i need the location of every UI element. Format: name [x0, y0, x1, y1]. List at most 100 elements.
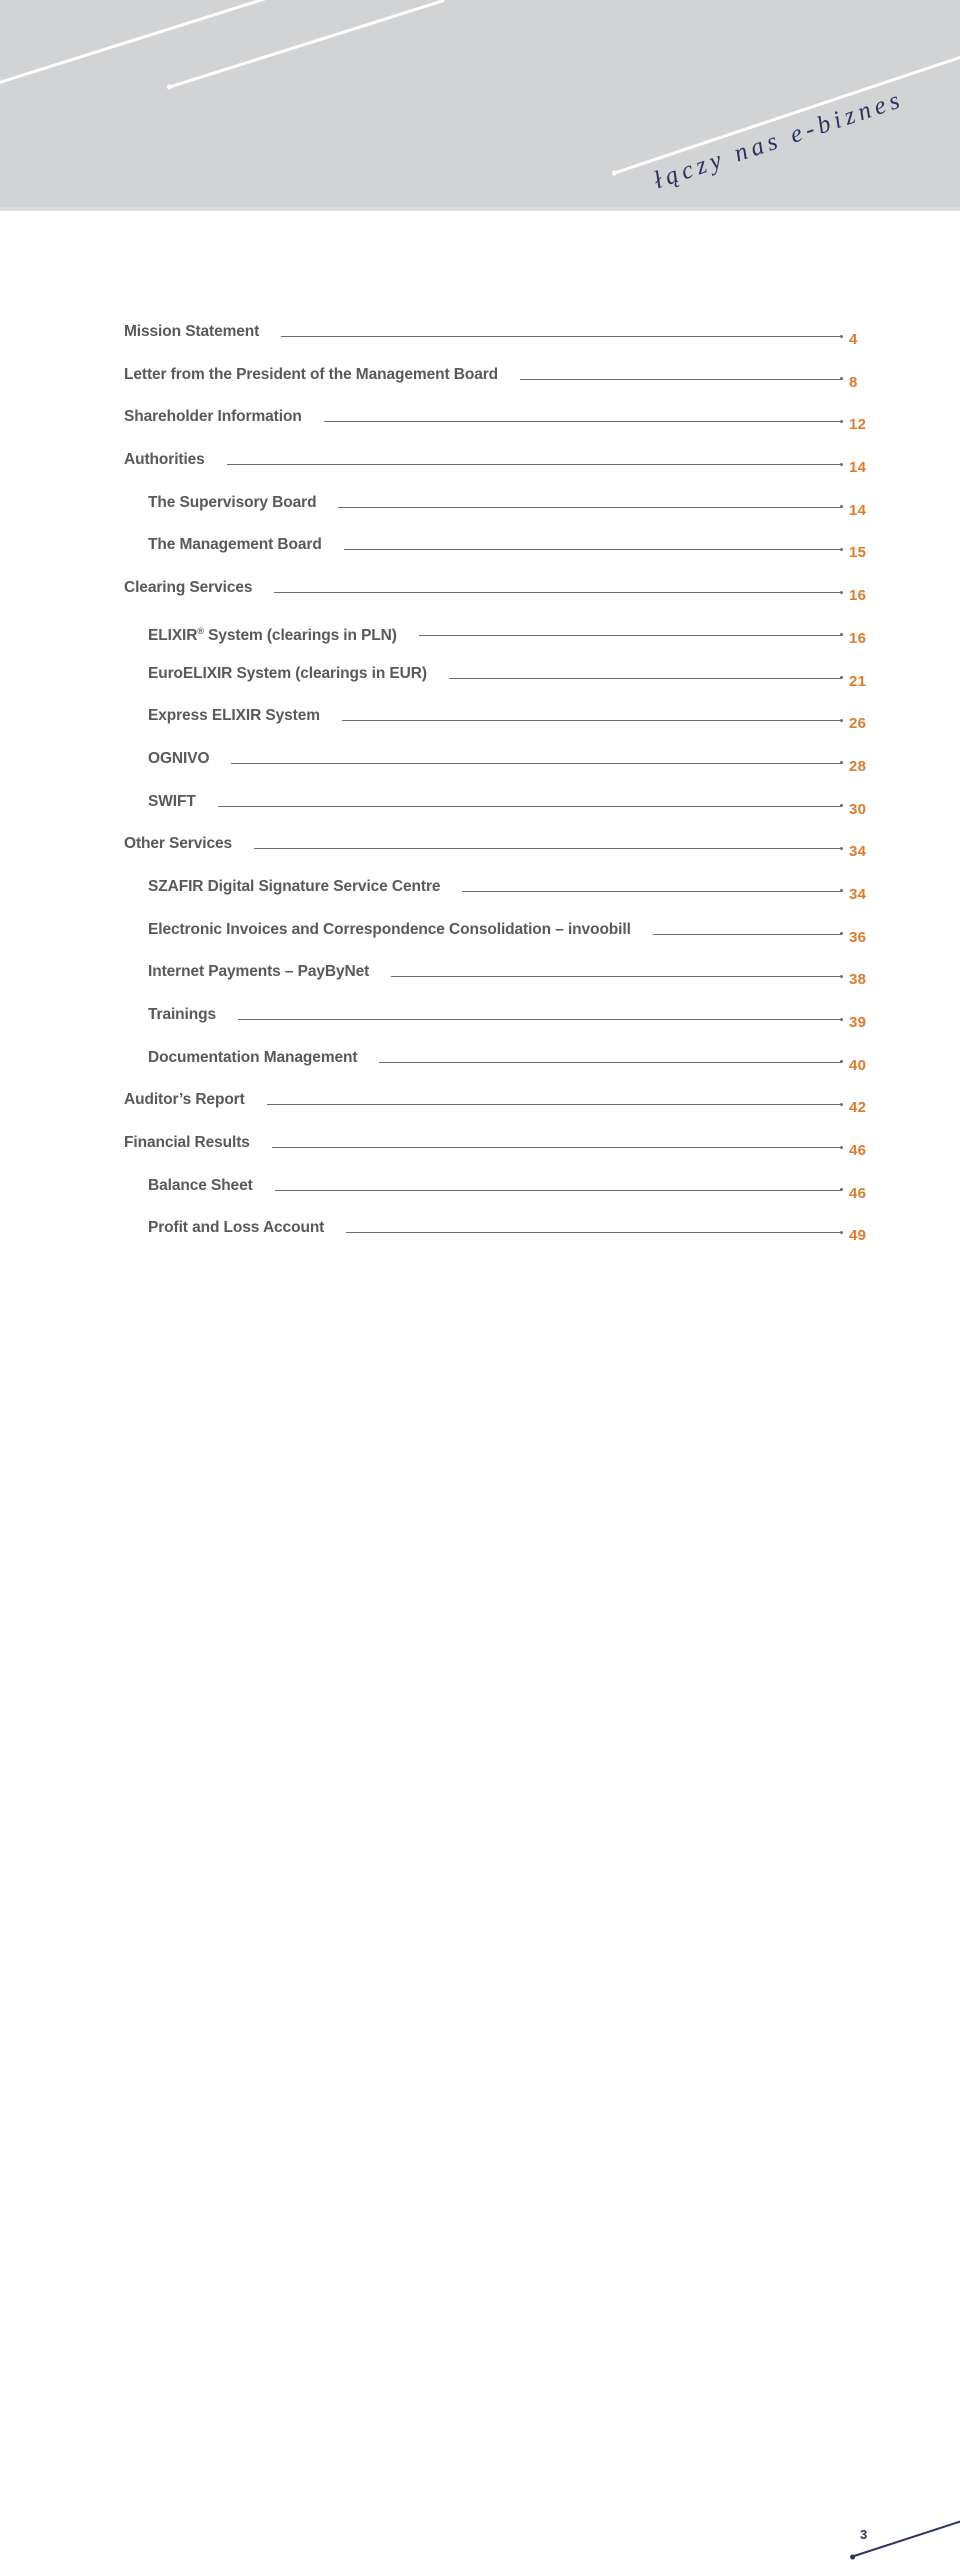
toc-leader-line [652, 920, 843, 940]
toc-entry[interactable]: Balance Sheet 46 [0, 1176, 960, 1219]
toc-entry-label: ELIXIR® System (clearings in PLN) [148, 625, 397, 644]
toc-page-number: 4 [849, 331, 858, 348]
toc-entry-label: Other Services [124, 835, 233, 853]
toc-leader-line [418, 621, 843, 641]
toc-leader-line [217, 792, 843, 812]
toc-entry-label: Auditor’s Report [124, 1091, 245, 1109]
toc-entry[interactable]: Internet Payments – PayByNet 38 [0, 962, 960, 1005]
toc-page-number: 46 [849, 1142, 867, 1160]
toc-entry-label: Profit and Loss Account [148, 1219, 325, 1237]
toc-leader-line [520, 365, 843, 385]
toc-leader-dot [840, 1145, 843, 1149]
toc-page-number: 36 [849, 928, 867, 946]
header-banner: łączy nas e-biznes [0, 0, 960, 211]
toc-entry-label: Balance Sheet [148, 1176, 253, 1194]
toc-leader-dot [840, 889, 843, 893]
toc-entry-label: Trainings [148, 1006, 217, 1023]
toc-page-number: 16 [849, 629, 867, 647]
toc-entry[interactable]: SWIFT 30 [0, 792, 960, 835]
toc-page-number: 40 [849, 1056, 867, 1074]
toc-entry-label: Mission Statement [124, 323, 260, 340]
toc-page-number: 39 [849, 1014, 867, 1031]
toc-leader-dot [840, 1230, 843, 1234]
toc-leader-dot [840, 505, 843, 509]
toc-entry-label: OGNIVO [148, 749, 210, 767]
toc-leader-dot [840, 547, 843, 551]
toc-leader-line [462, 877, 843, 897]
toc-page-number: 46 [849, 1184, 867, 1202]
toc-entry[interactable]: ELIXIR® System (clearings in PLN) 16 [0, 621, 960, 664]
toc-entry-label-tail: System (clearings in PLN) [203, 626, 397, 644]
decorative-diagonal-line-2 [167, 0, 446, 89]
toc-leader-dot [840, 804, 843, 808]
toc-page-number: 38 [849, 971, 867, 989]
toc-leader-line [238, 1005, 843, 1025]
toc-leader-dot [840, 1017, 843, 1021]
toc-entry-label: SWIFT [148, 792, 196, 810]
toc-page-number: 26 [849, 715, 867, 733]
toc-entry[interactable]: OGNIVO 28 [0, 749, 960, 792]
page-footer: 3 [0, 1240, 960, 2558]
toc-entry-label: Clearing Services [124, 579, 253, 597]
toc-leader-line [226, 450, 843, 470]
toc-page-number: 28 [849, 757, 867, 775]
toc-leader-line [341, 706, 843, 726]
toc-leader-line [254, 834, 843, 854]
toc-page-number: 14 [849, 459, 867, 477]
header-band-bottom-strip [0, 207, 960, 211]
toc-entry[interactable]: Other Services 34 [0, 834, 960, 877]
toc-leader-dot [840, 974, 843, 978]
toc-leader-line [266, 1090, 843, 1110]
toc-entry[interactable]: Letter from the President of the Managem… [0, 365, 960, 408]
toc-entry-label: Letter from the President of the Managem… [124, 365, 499, 383]
toc-leader-dot [840, 1102, 843, 1106]
toc-entry-label: SZAFIR Digital Signature Service Centre [148, 877, 441, 895]
toc-leader-dot [840, 718, 843, 722]
toc-leader-line [448, 664, 843, 684]
toc-entry[interactable]: Financial Results 46 [0, 1133, 960, 1176]
toc-entry[interactable]: EuroELIXIR System (clearings in EUR) 21 [0, 664, 960, 707]
toc-entry-label: Electronic Invoices and Correspondence C… [148, 920, 631, 938]
toc-entry[interactable]: Shareholder Information 12 [0, 407, 960, 450]
toc-leader-line [274, 1176, 843, 1196]
toc-leader-dot [840, 1188, 843, 1192]
toc-entry[interactable]: SZAFIR Digital Signature Service Centre 3… [0, 877, 960, 920]
toc-leader-dot [840, 590, 843, 594]
toc-leader-line [281, 322, 843, 342]
toc-entry-label: Financial Results [124, 1134, 250, 1152]
toc-page-number: 16 [849, 587, 867, 605]
toc-entry[interactable]: Authorities 14 [0, 450, 960, 493]
toc-leader-dot [840, 676, 843, 679]
page-folio-number: 3 [860, 2527, 868, 2542]
toc-leader-line [379, 1048, 843, 1068]
brand-tagline: łączy nas e-biznes [650, 85, 908, 195]
toc-leader-line [338, 493, 843, 513]
toc-leader-line [271, 1133, 843, 1153]
toc-leader-dot [840, 1060, 843, 1064]
toc-entry[interactable]: Documentation Management 40 [0, 1048, 960, 1091]
toc-leader-dot [840, 377, 843, 381]
toc-entry-label: Express ELIXIR System [148, 707, 320, 725]
toc-leader-dot [840, 633, 843, 637]
toc-entry[interactable]: The Supervisory Board 14 [0, 493, 960, 536]
toc-entry[interactable]: Electronic Invoices and Correspondence C… [0, 920, 960, 963]
toc-leader-line [323, 407, 843, 427]
toc-entry[interactable]: Trainings 39 [0, 1005, 960, 1048]
toc-page-number: 12 [849, 416, 867, 434]
toc-entry[interactable]: Mission Statement 4 [0, 322, 960, 365]
table-of-contents: Mission Statement 4 Letter from the Presid… [0, 322, 960, 1261]
toc-leader-dot [840, 932, 843, 936]
toc-page-number: 14 [849, 501, 867, 519]
toc-entry-label: Internet Payments – PayByNet [148, 963, 370, 981]
toc-leader-line [391, 962, 843, 982]
toc-leader-dot [840, 761, 843, 765]
toc-leader-line [274, 578, 843, 598]
toc-entry[interactable]: The Management Board 15 [0, 535, 960, 578]
toc-entry[interactable]: Express ELIXIR System 26 [0, 706, 960, 749]
toc-page-number: 42 [849, 1099, 867, 1117]
decorative-diagonal-line-1 [0, 0, 372, 87]
toc-entry[interactable]: Clearing Services 16 [0, 578, 960, 621]
toc-leader-dot [840, 846, 843, 850]
toc-entry[interactable]: Auditor’s Report 42 [0, 1090, 960, 1133]
toc-leader-line [346, 1218, 843, 1238]
